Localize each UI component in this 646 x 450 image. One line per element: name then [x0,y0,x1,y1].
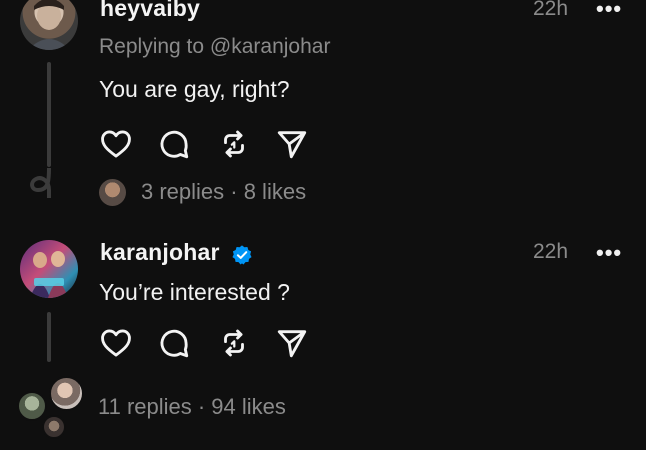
post1-username[interactable]: heyvaiby [100,0,200,22]
post1-more-options-button[interactable]: ••• [596,0,622,22]
avatar-heyvaiby-image [28,0,70,50]
thread-line-1 [47,62,51,167]
post1-timestamp: 22h [533,0,569,20]
repost-icon[interactable] [217,326,251,360]
verified-badge-icon [232,245,252,265]
post1-action-bar [99,127,309,161]
post1-stats[interactable]: 3 replies · 8 likes [141,179,306,205]
post2-replier-avatar-1[interactable] [17,391,47,421]
share-icon[interactable] [275,326,309,360]
post2-action-bar [99,326,309,360]
post2-replier-avatar-3[interactable] [42,415,66,439]
post1-replier-avatar[interactable] [99,179,126,206]
post2-replier-avatar-2[interactable] [49,376,84,411]
post1-text: You are gay, right? [99,76,290,102]
comment-icon[interactable] [157,326,191,360]
post2-more-options-button[interactable]: ••• [596,240,622,266]
avatar-karanjohar[interactable] [20,240,78,298]
heart-icon[interactable] [99,127,133,161]
comment-icon[interactable] [157,127,191,161]
post2-timestamp: 22h [533,240,569,263]
repost-icon[interactable] [217,127,251,161]
thread-connector-curve [30,168,51,198]
avatar-heyvaiby[interactable] [20,0,78,50]
post2-stats[interactable]: 11 replies · 94 likes [98,394,286,420]
post2-text: You’re interested ? [99,279,290,305]
avatar-karanjohar-image [30,251,68,298]
thread-line-2 [47,312,51,362]
share-icon[interactable] [275,127,309,161]
heart-icon[interactable] [99,326,133,360]
post2-username[interactable]: karanjohar [100,239,220,266]
post1-reply-context[interactable]: Replying to @karanjohar [99,35,330,59]
